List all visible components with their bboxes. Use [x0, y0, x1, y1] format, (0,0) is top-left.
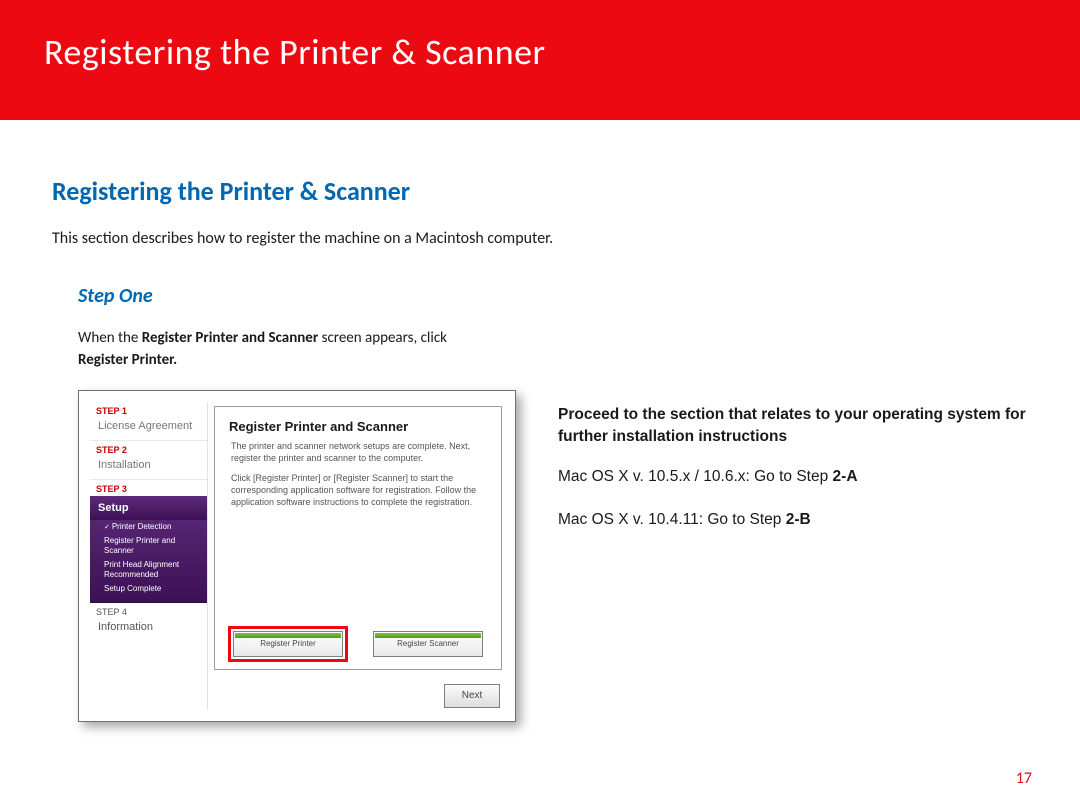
sidebar-sub-register: Register Printer and Scanner [90, 534, 207, 558]
green-strip-icon [375, 633, 481, 638]
next-button[interactable]: Next [444, 684, 500, 708]
content: Registering the Printer & Scanner This s… [0, 120, 1080, 722]
two-column-layout: STEP 1 License Agreement STEP 2 Installa… [78, 390, 1028, 722]
installer-sidebar: STEP 1 License Agreement STEP 2 Installa… [90, 402, 208, 710]
register-printer-label: Register Printer [260, 639, 316, 648]
banner-title: Registering the Printer & Scanner [44, 30, 546, 74]
installer-pane-title: Register Printer and Scanner [215, 407, 501, 440]
step-heading: Step One [78, 284, 1028, 308]
sidebar-step2-label: STEP 2 [90, 441, 207, 455]
register-scanner-button[interactable]: Register Scanner [373, 631, 483, 657]
section-desc: This section describes how to register t… [52, 229, 1028, 248]
os-line-2: Mac OS X v. 10.4.11: Go to Step 2-B [558, 509, 1028, 531]
proceed-instruction: Proceed to the section that relates to y… [558, 404, 1028, 449]
step-text-bold1: Register Printer and Scanner [142, 329, 318, 347]
installer-main-pane: Register Printer and Scanner The printer… [214, 406, 502, 670]
os-line2-pre: Mac OS X v. 10.4.11: Go to Step [558, 511, 786, 528]
os-line1-bold: 2-A [833, 468, 858, 485]
sidebar-step1-label: STEP 1 [90, 402, 207, 416]
sidebar-step3-label: STEP 3 [90, 480, 207, 496]
os-line-1: Mac OS X v. 10.5.x / 10.6.x: Go to Step … [558, 466, 1028, 488]
step-text-pre: When the [78, 329, 142, 347]
step-text-mid: screen appears, click [318, 329, 447, 347]
sidebar-item-setup[interactable]: Setup [90, 496, 207, 520]
sidebar-step4-label: STEP 4 [90, 603, 207, 617]
sidebar-sub-printhead: Print Head Alignment Recommended [90, 558, 207, 582]
installer-screenshot: STEP 1 License Agreement STEP 2 Installa… [78, 390, 516, 722]
sidebar-item-installation[interactable]: Installation [90, 455, 207, 480]
page-number: 17 [1016, 769, 1032, 788]
sidebar-sub-printer-detection: Printer Detection [90, 520, 207, 535]
installer-pane-body: The printer and scanner network setups a… [215, 440, 501, 509]
installer-para2: Click [Register Printer] or [Register Sc… [231, 472, 485, 508]
sidebar-sub-complete: Setup Complete [90, 582, 207, 596]
next-button-label: Next [462, 690, 483, 701]
sidebar-item-information[interactable]: Information [90, 617, 207, 641]
step-one-text: When the Register Printer and Scanner sc… [78, 328, 1028, 372]
os-line2-bold: 2-B [786, 511, 811, 528]
sidebar-item-license[interactable]: License Agreement [90, 416, 207, 441]
step-text-bold2: Register Printer. [78, 351, 177, 369]
section-title: Registering the Printer & Scanner [52, 175, 1028, 207]
sidebar-setup-panel: Setup Printer Detection Register Printer… [90, 496, 207, 604]
os-line1-pre: Mac OS X v. 10.5.x / 10.6.x: Go to Step [558, 468, 833, 485]
register-printer-button[interactable]: Register Printer [233, 631, 343, 657]
installer-button-row: Register Printer Register Scanner [215, 631, 501, 657]
banner: Registering the Printer & Scanner [0, 0, 1080, 120]
right-column: Proceed to the section that relates to y… [558, 390, 1028, 552]
green-strip-icon [235, 633, 341, 638]
installer-para1: The printer and scanner network setups a… [231, 440, 485, 464]
register-scanner-label: Register Scanner [397, 639, 459, 648]
